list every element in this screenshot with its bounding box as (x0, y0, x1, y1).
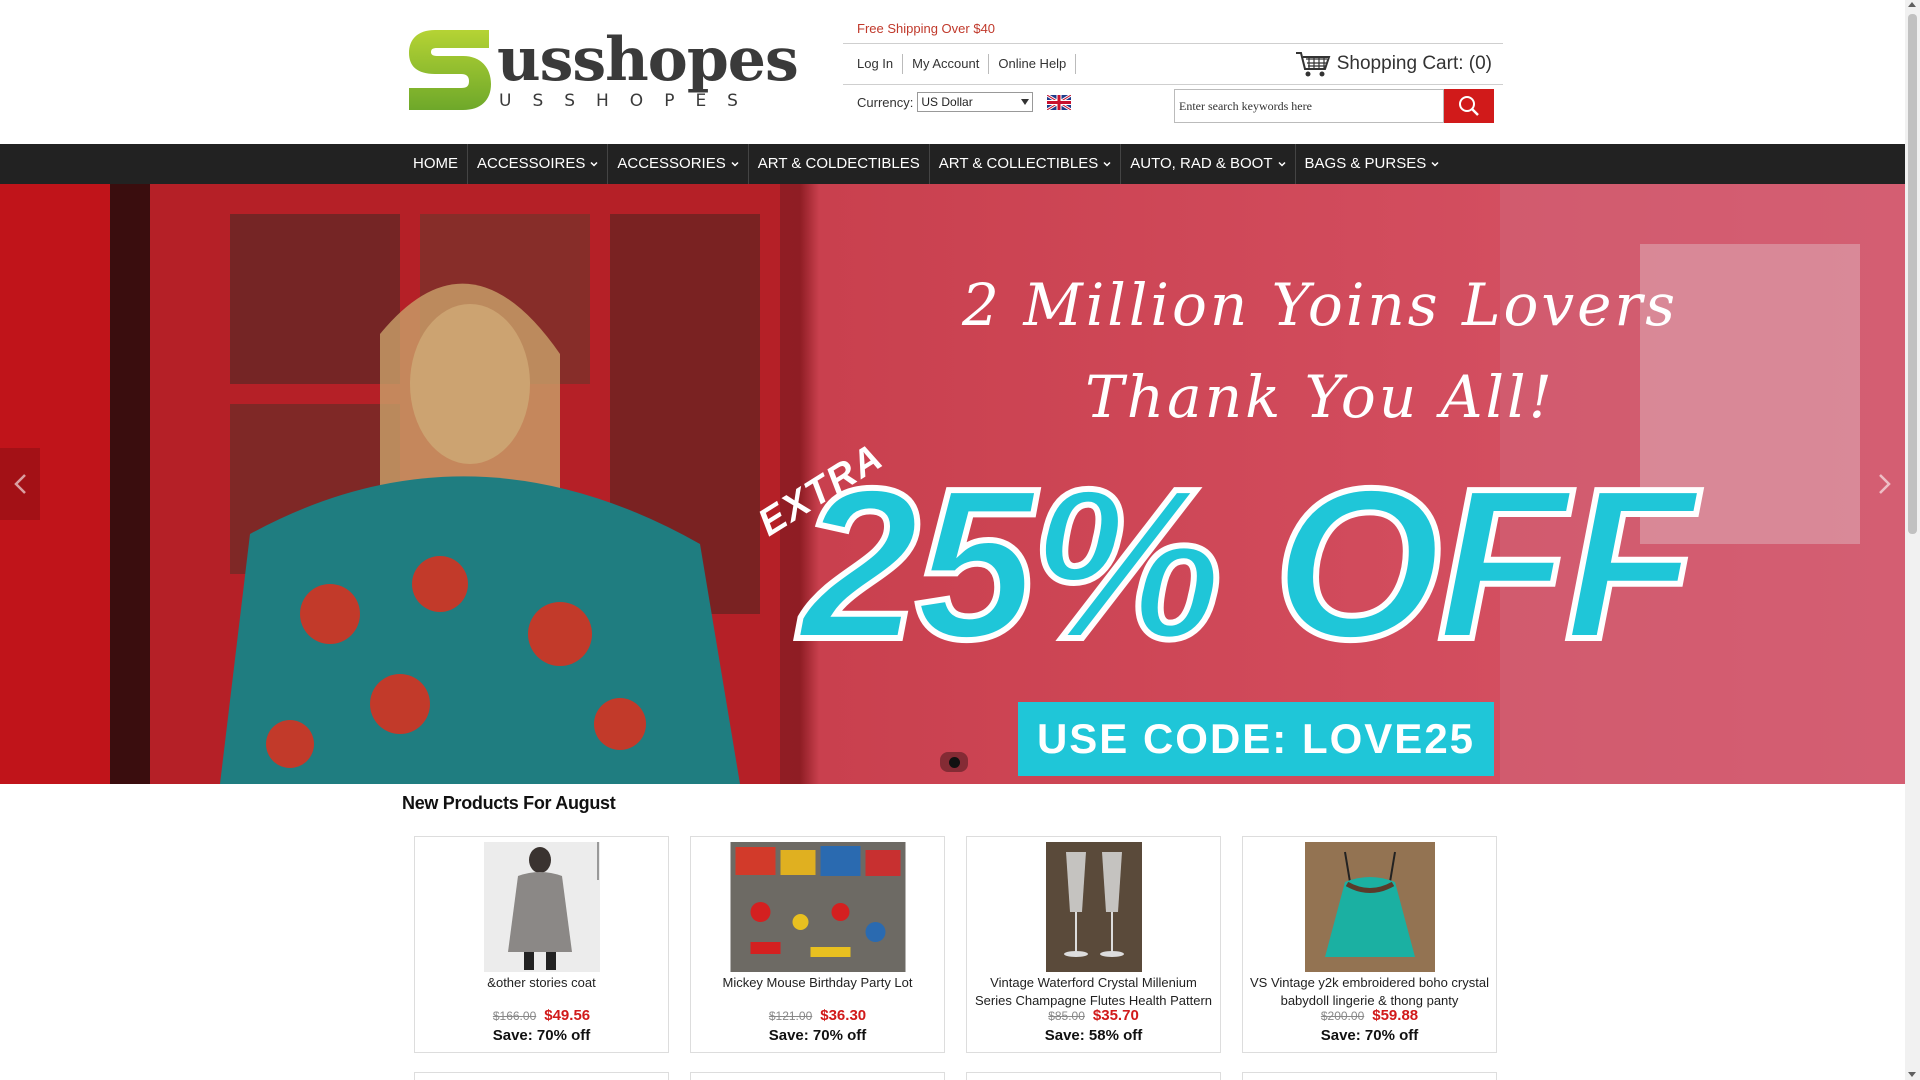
original-price: $121.00 (768, 1009, 813, 1023)
search-button[interactable] (1444, 89, 1494, 123)
promo-code-banner: USE CODE: LOVE25 (1018, 702, 1494, 776)
product-card[interactable]: Mickey Mouse Birthday Party Lot $121.00 … (690, 836, 945, 1053)
chevron-down-icon (1103, 161, 1111, 167)
logo-s-icon (405, 26, 493, 114)
chevron-down-icon (1431, 161, 1439, 167)
currency-value: US Dollar (921, 95, 973, 109)
site-header: usshopes USSHOPES Free Shipping Over $40… (0, 0, 1905, 144)
chevron-right-icon (1879, 474, 1891, 494)
product-card[interactable] (690, 1072, 945, 1080)
original-price: $166.00 (492, 1009, 537, 1023)
chevron-down-icon (1277, 161, 1286, 167)
hero-headline: 2 Million Yoins Lovers Thank You All! (880, 259, 1760, 443)
product-card[interactable]: Vintage Waterford Crystal Millenium Seri… (966, 836, 1221, 1053)
nav-item-art-coldectibles[interactable]: ART & COLDECTIBLES (749, 144, 930, 184)
vertical-scrollbar[interactable] (1905, 0, 1920, 1080)
main-navigation: HOME ACCESSOIRES ACCESSORIES ART & COLDECTI… (0, 144, 1905, 184)
nav-item-accessories[interactable]: ACCESSORIES (608, 144, 749, 184)
search-bar (1174, 89, 1494, 123)
product-card[interactable] (966, 1072, 1221, 1080)
chevron-left-icon (14, 474, 26, 494)
site-logo[interactable]: usshopes USSHOPES (405, 24, 799, 116)
slider-dot-active[interactable] (948, 756, 960, 768)
nav-item-accessoires[interactable]: ACCESSOIRES (468, 144, 609, 184)
nav-item-label: BAGS & PURSES (1304, 155, 1427, 172)
sale-price: $35.70 (1092, 1007, 1139, 1024)
uk-flag-icon[interactable] (1047, 94, 1072, 110)
slider-pagination (940, 752, 968, 772)
savings-label: Save: 70% off (768, 1027, 867, 1044)
nav-item-auto-rad-boot[interactable]: AUTO, RAD & BOOT (1121, 144, 1296, 184)
product-image-toys[interactable] (730, 842, 905, 972)
account-links: Log In My Account Online Help (843, 54, 1077, 74)
scroll-up-arrow[interactable] (1908, 2, 1916, 7)
savings-label: Save: 70% off (1320, 1027, 1419, 1044)
nav-item-label: ART & COLLECTIBLES (938, 155, 1099, 172)
nav-item-label: AUTO, RAD & BOOT (1130, 155, 1273, 172)
sale-price: $36.30 (820, 1007, 867, 1024)
sale-price: $49.56 (544, 1007, 591, 1024)
hero-discount-text: 25% OFF (797, 443, 1699, 684)
chevron-down-icon (590, 161, 598, 167)
product-grid-row-2 (414, 1072, 1497, 1080)
online-help-link[interactable]: Online Help (989, 54, 1077, 74)
free-shipping-notice: Free Shipping Over $40 (857, 21, 996, 36)
product-card[interactable] (414, 1072, 669, 1080)
nav-item-label: ACCESSORIES (617, 155, 726, 172)
product-image-champagne-flutes[interactable] (1045, 842, 1142, 972)
product-card[interactable]: &other stories coat $166.00 $49.56 Save:… (414, 836, 669, 1053)
product-card[interactable] (1242, 1072, 1497, 1080)
product-name[interactable]: &other stories coat (419, 974, 664, 992)
my-account-link[interactable]: My Account (903, 54, 990, 74)
hero-headline-line1: 2 Million Yoins Lovers (962, 271, 1678, 339)
logo-wordmark: usshopes (497, 25, 799, 95)
original-price: $200.00 (1320, 1009, 1365, 1023)
cart-count-label: Shopping Cart: (0) (1336, 53, 1492, 74)
chevron-down-icon (731, 161, 739, 167)
currency-selector: Currency: US Dollar (857, 92, 1072, 112)
sale-price: $59.88 (1372, 1007, 1419, 1024)
search-input[interactable] (1174, 89, 1444, 123)
product-image-babydoll[interactable] (1304, 842, 1435, 972)
section-title: New Products For August (402, 793, 616, 813)
scroll-down-arrow[interactable] (1908, 1072, 1916, 1077)
login-link[interactable]: Log In (857, 54, 904, 74)
nav-item-label: ACCESSOIRES (477, 155, 586, 172)
original-price: $85.00 (1048, 1009, 1085, 1023)
nav-item-bags-purses[interactable]: BAGS & PURSES (1296, 144, 1449, 184)
chevron-down-icon (1021, 99, 1030, 105)
nav-item-home[interactable]: HOME (404, 144, 468, 184)
hero-banner[interactable]: 2 Million Yoins Lovers Thank You All! EX… (0, 184, 1905, 784)
savings-label: Save: 70% off (492, 1027, 591, 1044)
product-card[interactable]: VS Vintage y2k embroidered boho crystal … (1242, 836, 1497, 1053)
shopping-cart-link[interactable]: Shopping Cart: (0) (1295, 50, 1503, 78)
currency-dropdown[interactable]: US Dollar (917, 92, 1034, 112)
top-bar: Free Shipping Over $40 Log In My Account… (843, 18, 1503, 85)
scrollbar-thumb[interactable] (1908, 14, 1917, 534)
slider-prev-button[interactable] (0, 448, 40, 520)
hero-headline-line2: Thank You All! (1085, 363, 1555, 431)
slider-next-button[interactable] (1865, 448, 1905, 520)
currency-label: Currency: (857, 94, 914, 110)
search-icon (1459, 96, 1479, 116)
savings-label: Save: 58% off (1044, 1027, 1143, 1044)
product-name[interactable]: Vintage Waterford Crystal Millenium Seri… (971, 974, 1216, 1010)
product-grid: &other stories coat $166.00 $49.56 Save:… (414, 836, 1497, 1053)
logo-tagline: USSHOPES (499, 91, 759, 111)
nav-item-art-collectibles[interactable]: ART & COLLECTIBLES (930, 144, 1122, 184)
product-name[interactable]: VS Vintage y2k embroidered boho crystal … (1247, 974, 1492, 1010)
cart-icon (1295, 52, 1331, 77)
nav-item-label: ART & COLDECTIBLES (757, 155, 920, 172)
nav-item-label: HOME (413, 155, 458, 172)
product-name[interactable]: Mickey Mouse Birthday Party Lot (695, 974, 940, 992)
product-image-coat[interactable] (483, 842, 600, 972)
